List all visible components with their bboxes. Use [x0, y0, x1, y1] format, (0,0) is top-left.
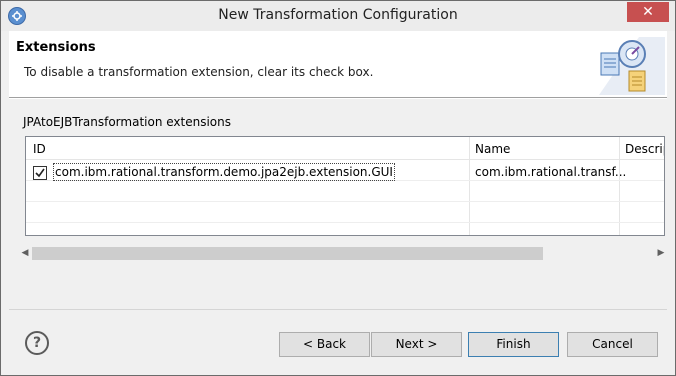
extensions-table[interactable]: ID Name Descrip com.ibm.rational.transfo…	[25, 136, 665, 236]
wizard-window: New Transformation Configuration ✕ Exten…	[0, 0, 676, 376]
wizard-banner-icon	[599, 37, 665, 95]
scroll-left-icon[interactable]: ◀	[18, 246, 32, 260]
window-title: New Transformation Configuration	[218, 7, 458, 23]
finish-button[interactable]: Finish	[468, 332, 559, 357]
extension-name-cell[interactable]: com.ibm.rational.transf...	[475, 165, 626, 179]
cancel-button[interactable]: Cancel	[567, 332, 658, 357]
extension-checkbox[interactable]	[33, 166, 47, 180]
extensions-section-label: JPAtoEJBTransformation extensions	[23, 115, 232, 129]
scroll-thumb[interactable]	[32, 247, 543, 260]
page-description: To disable a transformation extension, c…	[24, 65, 374, 79]
column-header-description[interactable]: Descrip	[625, 142, 664, 156]
wizard-header: Extensions To disable a transformation e…	[9, 31, 667, 98]
extension-id-cell[interactable]: com.ibm.rational.transform.demo.jpa2ejb.…	[53, 163, 395, 181]
scroll-right-icon[interactable]: ▶	[654, 246, 668, 260]
table-row-empty	[26, 181, 664, 202]
column-header-name[interactable]: Name	[475, 142, 510, 156]
header-separator	[9, 98, 667, 99]
horizontal-scrollbar[interactable]: ◀ ▶	[22, 245, 664, 262]
next-button[interactable]: Next >	[371, 332, 462, 357]
column-header-id[interactable]: ID	[33, 142, 46, 156]
title-bar: New Transformation Configuration ✕	[1, 1, 675, 31]
footer-separator	[9, 309, 667, 310]
close-button[interactable]: ✕	[627, 2, 669, 22]
table-row-empty	[26, 202, 664, 223]
back-button[interactable]: < Back	[279, 332, 370, 357]
help-icon[interactable]: ?	[25, 331, 49, 355]
page-title: Extensions	[16, 40, 96, 55]
table-header: ID Name Descrip	[26, 137, 664, 160]
